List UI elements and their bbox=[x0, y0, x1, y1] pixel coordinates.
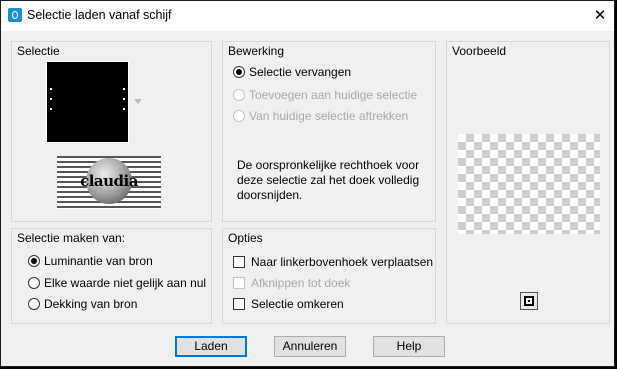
radio-niet-nul[interactable]: Elke waarde niet gelijk aan nul bbox=[28, 276, 206, 290]
radio-toevoegen[interactable]: Toevoegen aan huidige selectie bbox=[233, 88, 417, 102]
thumbnail-mark bbox=[50, 88, 52, 90]
thumbnail-mark bbox=[123, 108, 125, 110]
maken-van-group-label: Selectie maken van: bbox=[12, 229, 131, 247]
checkbox-icon bbox=[233, 298, 245, 310]
radio-label: Luminantie van bron bbox=[44, 254, 153, 268]
radio-selected-icon bbox=[233, 66, 245, 78]
thumbnail-mark bbox=[50, 108, 52, 110]
thumbnail-mark bbox=[123, 88, 125, 90]
radio-icon bbox=[233, 89, 245, 101]
close-button[interactable]: ✕ bbox=[586, 1, 614, 31]
info-text: De oorspronkelijke rechthoek voor deze s… bbox=[237, 158, 420, 202]
radio-selected-icon bbox=[28, 255, 40, 267]
preview-canvas bbox=[458, 134, 600, 234]
thumbnail-mark bbox=[123, 98, 125, 100]
radio-label: Dekking van bron bbox=[44, 297, 138, 311]
checkbox-label: Naar linkerbovenhoek verplaatsen bbox=[251, 255, 434, 269]
checkbox-omkeren[interactable]: Selectie omkeren bbox=[233, 297, 344, 311]
dialog-window: Selectie laden vanaf schijf ✕ Selectie c… bbox=[0, 0, 615, 367]
selection-thumbnail[interactable] bbox=[46, 61, 129, 143]
laden-button[interactable]: Laden bbox=[175, 336, 247, 357]
radio-icon bbox=[28, 277, 40, 289]
bewerking-group-label: Bewerking bbox=[223, 42, 290, 60]
checkbox-icon bbox=[233, 277, 245, 289]
checkbox-linkerbovenhoek[interactable]: Naar linkerbovenhoek verplaatsen bbox=[233, 255, 433, 269]
checkbox-label: Afknippen tot doek bbox=[251, 276, 351, 290]
thumbnail-mark bbox=[50, 98, 52, 100]
preview-toggle-icon[interactable] bbox=[520, 292, 538, 310]
claudia-logo: claudia bbox=[57, 156, 161, 209]
help-button[interactable]: Help bbox=[373, 336, 445, 357]
dropdown-arrow-icon[interactable] bbox=[134, 99, 142, 104]
radio-label: Van huidige selectie aftrekken bbox=[249, 109, 409, 123]
annuleren-button[interactable]: Annuleren bbox=[274, 336, 346, 357]
radio-aftrekken[interactable]: Van huidige selectie aftrekken bbox=[233, 109, 408, 123]
title-bar: Selectie laden vanaf schijf ✕ bbox=[1, 1, 614, 31]
window-title: Selectie laden vanaf schijf bbox=[27, 8, 172, 22]
radio-icon bbox=[28, 298, 40, 310]
voorbeeld-group-label: Voorbeeld bbox=[447, 42, 512, 60]
radio-label: Toevoegen aan huidige selectie bbox=[249, 88, 418, 102]
checkbox-icon bbox=[233, 256, 245, 268]
radio-icon bbox=[233, 110, 245, 122]
opties-group-label: Opties bbox=[223, 229, 268, 247]
radio-label: Elke waarde niet gelijk aan nul bbox=[44, 276, 207, 290]
radio-dekking[interactable]: Dekking van bron bbox=[28, 297, 137, 311]
radio-luminantie[interactable]: Luminantie van bron bbox=[28, 254, 153, 268]
app-icon bbox=[8, 8, 22, 22]
checkbox-afknippen[interactable]: Afknippen tot doek bbox=[233, 276, 350, 290]
selectie-group-label: Selectie bbox=[12, 42, 65, 60]
logo-text: claudia bbox=[80, 172, 138, 190]
radio-selectie-vervangen[interactable]: Selectie vervangen bbox=[233, 65, 351, 79]
radio-label: Selectie vervangen bbox=[249, 65, 352, 79]
checkbox-label: Selectie omkeren bbox=[251, 297, 344, 311]
